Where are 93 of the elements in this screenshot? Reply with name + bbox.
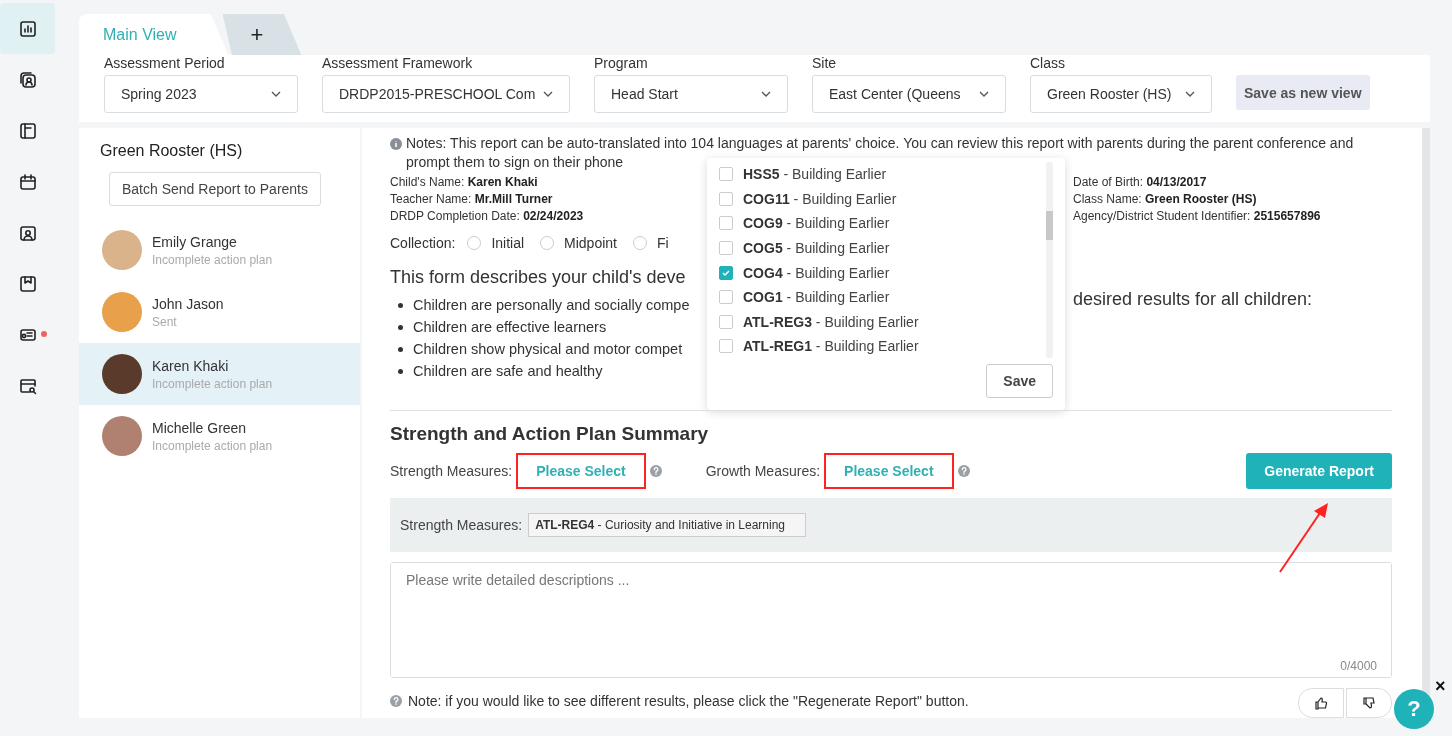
note-text: Note: if you would like to see different results, please click the "Regenerate Report" button.	[408, 693, 969, 709]
dropdown-select[interactable]: DRDP2015-PRESCHOOL Com	[322, 75, 570, 113]
student-item[interactable]: Karen Khaki Incomplete action plan	[79, 343, 360, 405]
checkbox[interactable]	[719, 167, 733, 182]
student-name: Karen Khaki	[152, 357, 230, 374]
annotation-arrow	[1278, 502, 1330, 574]
checkbox[interactable]	[719, 265, 733, 280]
thumbs-up-button[interactable]	[1298, 688, 1344, 718]
info-line: DRDP Completion Date: 02/24/2023	[390, 208, 585, 225]
checkmark-icon	[721, 267, 731, 278]
measure-tag: ATL-REG4 - Curiosity and Initiative in Learning	[528, 513, 807, 537]
add-tab[interactable]: +	[222, 14, 302, 55]
student-status: Incomplete action plan	[152, 252, 273, 267]
checkbox[interactable]	[719, 314, 733, 329]
radio-label: Fi	[657, 235, 669, 251]
measure-option[interactable]: HSS5 - Building Earlier	[719, 162, 1042, 187]
description-field[interactable]: Please write detailed descriptions ... 0/4000	[390, 562, 1392, 678]
student-item[interactable]: John Jason Sent	[79, 281, 360, 343]
thumbs-down-button[interactable]	[1346, 688, 1392, 718]
student-item[interactable]: Emily Grange Incomplete action plan	[79, 219, 360, 281]
dropdown-select[interactable]: Head Start	[594, 75, 788, 113]
info-line: Teacher Name: Mr.Mill Turner	[390, 191, 554, 208]
strength-label: Strength Measures:	[400, 517, 523, 533]
measure-option[interactable]: COG1 - Building Earlier	[719, 284, 1042, 310]
bullet-icon	[398, 324, 403, 330]
measure-option[interactable]: ATL-REG1 - Building Earlier	[719, 334, 1042, 358]
measure-option[interactable]: ATL-REG3 - Building Earlier	[719, 309, 1042, 335]
batch-send-button[interactable]: Batch Send Report to Parents	[109, 172, 321, 206]
checkbox[interactable]	[719, 339, 733, 354]
student-status: Incomplete action plan	[152, 438, 273, 453]
calendar-icon[interactable]	[17, 171, 38, 192]
checkbox[interactable]	[719, 241, 733, 256]
checkbox[interactable]	[719, 290, 733, 305]
filter-label: Site	[812, 55, 838, 71]
checkbox[interactable]	[719, 216, 733, 231]
measure-option[interactable]: COG5 - Building Earlier	[719, 235, 1042, 261]
help-icon[interactable]	[649, 465, 662, 477]
bullet-text: Children show physical and motor compet	[413, 340, 683, 359]
measure-option[interactable]: COG11 - Building Earlier	[719, 186, 1042, 212]
info-icon	[390, 138, 402, 150]
profile-icon[interactable]	[17, 69, 38, 90]
save-view-button[interactable]: Save as new view	[1236, 75, 1370, 110]
bullet-text: Children are effective learners	[413, 318, 607, 337]
bullet-text: Children are safe and healthy	[413, 362, 603, 381]
bullet-icon	[398, 302, 403, 308]
thumbs-up-icon	[1314, 696, 1328, 710]
bullet-text: Children are personally and socially compe	[413, 296, 690, 315]
intro-text: This form describes your child's deve	[390, 267, 687, 288]
class-title: Green Rooster (HS)	[100, 142, 244, 160]
bookmark-icon[interactable]	[17, 273, 38, 294]
bullet-icon	[398, 368, 403, 374]
chevron-down-icon	[271, 91, 281, 97]
dropdown-select[interactable]: Green Rooster (HS)	[1030, 75, 1212, 113]
thumbs-down-icon	[1362, 696, 1376, 710]
save-button[interactable]: Save	[986, 364, 1053, 398]
filter-label: Assessment Period	[104, 55, 226, 71]
filter-label: Program	[594, 55, 649, 71]
collection-label: Collection:	[390, 235, 456, 251]
measure-option[interactable]: COG4 - Building Earlier	[719, 260, 1042, 285]
strength-label: Strength Measures:	[390, 463, 513, 479]
growth-label: Growth Measures:	[705, 463, 821, 479]
info-line: Agency/District Student Identifier: 2515657896	[1073, 208, 1322, 225]
student-name: Michelle Green	[152, 419, 248, 436]
dropdown-select[interactable]: East Center (Queens	[812, 75, 1006, 113]
chevron-down-icon	[979, 91, 989, 97]
student-item[interactable]: Michelle Green Incomplete action plan	[79, 405, 360, 467]
scrollbar[interactable]	[1046, 162, 1053, 358]
radio-label: Initial	[491, 235, 525, 251]
filter-label: Assessment Framework	[322, 55, 474, 71]
chevron-down-icon	[761, 91, 771, 97]
chevron-down-icon	[1185, 91, 1195, 97]
panel-icon[interactable]	[17, 120, 38, 141]
close-icon[interactable]: ×	[1435, 676, 1446, 697]
help-icon[interactable]	[957, 465, 970, 477]
student-status: Sent	[152, 314, 178, 329]
info-line: Child's Name: Karen Khaki	[390, 174, 539, 191]
radio-label: Midpoint	[564, 235, 617, 251]
character-counter: 0/4000	[1340, 659, 1377, 673]
info-line: Class Name: Green Rooster (HS)	[1073, 191, 1258, 208]
student-name: John Jason	[152, 295, 224, 312]
help-icon[interactable]	[390, 695, 402, 707]
section-title: Strength and Action Plan Summary	[390, 423, 710, 445]
bullet-icon	[398, 346, 403, 352]
dropdown-select[interactable]: Spring 2023	[104, 75, 298, 113]
student-name: Emily Grange	[152, 233, 238, 250]
filter-label: Class	[1030, 55, 1066, 71]
info-line: Date of Birth: 04/13/2017	[1073, 174, 1208, 191]
intro-text: desired results for all children:	[1073, 289, 1314, 310]
student-status: Incomplete action plan	[152, 376, 273, 391]
chevron-down-icon	[543, 91, 554, 97]
measure-option[interactable]: COG9 - Building Earlier	[719, 211, 1042, 236]
chart-icon[interactable]	[17, 18, 38, 39]
checkbox[interactable]	[719, 191, 733, 206]
